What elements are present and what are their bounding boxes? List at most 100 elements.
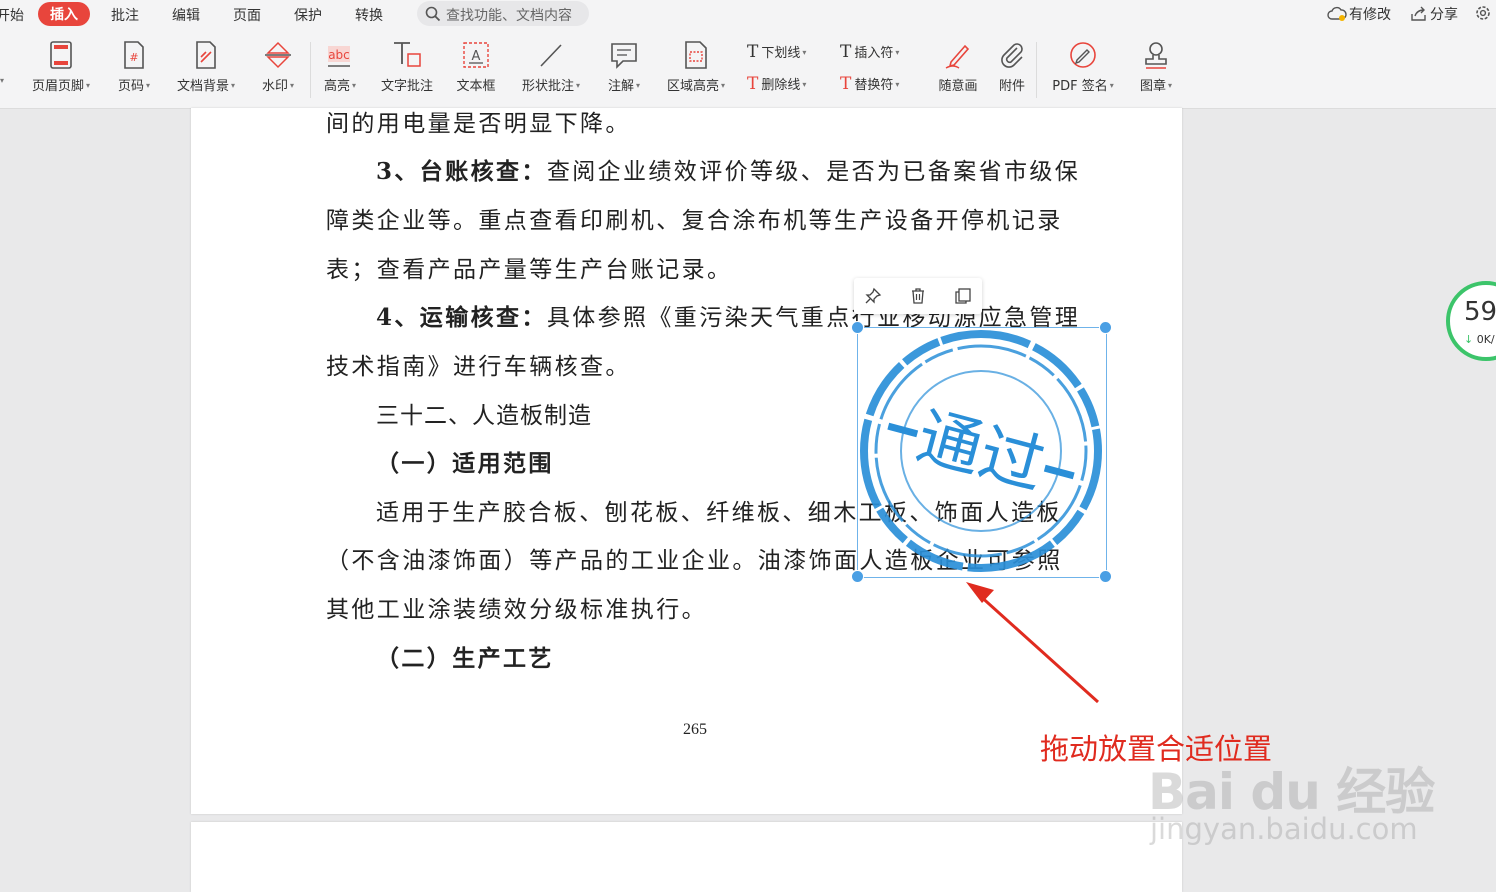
arrow-down-icon: ↓ [1464, 333, 1477, 346]
tool-label: 删除线 [761, 78, 801, 93]
annotation-icon [611, 43, 637, 69]
settings-button[interactable] [1474, 4, 1494, 23]
resize-handle-bottom-right[interactable] [1099, 570, 1112, 583]
menu-convert[interactable]: 转换 [355, 5, 383, 25]
subsection-heading: （二）生产工艺 [376, 645, 554, 672]
ribbon-separator [310, 42, 311, 98]
menu-protect[interactable]: 保护 [294, 5, 322, 25]
trash-icon [912, 288, 924, 304]
search-placeholder: 查找功能、文档内容 [446, 8, 572, 24]
tool-label: PDF 签名 [1052, 79, 1108, 94]
menu-page[interactable]: 页面 [233, 5, 261, 25]
text-comment-icon [394, 42, 421, 67]
search-input[interactable]: 查找功能、文档内容 [417, 1, 589, 26]
tool-replace-mark[interactable]: T 替换符 ▾ [840, 74, 899, 94]
speed-widget[interactable]: 59 ↓ 0K/ [1446, 281, 1496, 361]
attachment-icon [1001, 43, 1023, 68]
header-footer-icon [50, 41, 72, 69]
subsection-heading: （一）适用范围 [376, 450, 554, 477]
pin-button[interactable] [860, 284, 886, 308]
doc-line: 技术指南》进行车辆核查。 [326, 354, 631, 380]
tool-page-number[interactable]: # 页码 ▾ [113, 38, 155, 94]
svg-text:A: A [472, 49, 481, 64]
doc-line: 3、台账核查：查阅企业绩效评价等级、是否为已备案省市级保 [376, 152, 1080, 186]
section-heading: 三十二、人造板制造 [376, 403, 592, 429]
tool-area-highlight[interactable]: 区域高亮 ▾ [661, 38, 731, 94]
ribbon-separator [1036, 42, 1037, 98]
tool-textbox[interactable]: A 文本框 [453, 38, 499, 94]
doc-line-rest: 查阅企业绩效评价等级、是否为已备案省市级保 [546, 159, 1081, 185]
speed-sub-text: 0K/ [1476, 333, 1495, 346]
textbox-icon: A [463, 42, 489, 68]
tool-label: 形状批注 [521, 79, 574, 94]
share-label: 分享 [1430, 7, 1458, 23]
menu-insert[interactable]: 插入 [38, 2, 90, 26]
gear-icon [1476, 6, 1490, 20]
tool-strikethrough[interactable]: T 删除线 ▾ [747, 74, 806, 94]
freehand-icon [945, 44, 970, 69]
tool-label: 区域高亮 [666, 79, 719, 94]
tool-header-footer[interactable]: 页眉页脚 ▾ [26, 38, 96, 94]
next-page [191, 822, 1182, 892]
tool-freehand[interactable]: 随意画 [935, 38, 981, 94]
resize-handle-bottom-left[interactable] [851, 570, 864, 583]
stamp-icon [1145, 42, 1167, 69]
tool-label: 文字批注 [380, 79, 433, 94]
tool-label: 高亮 [323, 79, 350, 94]
tool-annotation[interactable]: 注解 ▾ [603, 38, 645, 94]
doc-line-bold: 3、台账核查： [376, 158, 547, 185]
tool-stamp[interactable]: 图章 ▾ [1135, 38, 1177, 94]
tool-text-comment[interactable]: 文字批注 [377, 38, 437, 94]
highlight-icon: abc [328, 46, 350, 67]
search-icon [425, 6, 441, 22]
ribbon-toolbar: ▾ 页眉页脚 ▾ # 页码 ▾ 文档背景 ▾ 水印 ▾ abc 高亮 ▾ 文字批… [0, 28, 1496, 109]
tool-pdf-sign[interactable]: PDF 签名 ▾ [1046, 38, 1120, 94]
replace-mark-icon: T [840, 74, 852, 94]
underline-icon: T [747, 42, 759, 62]
menu-bar: 开始 插入 批注 编辑 页面 保护 转换 查找功能、文档内容 有修改 分享 [0, 0, 1496, 28]
stamp-selection-box[interactable] [857, 327, 1107, 578]
baidu-watermark-url: jingyan.baidu.com [1150, 812, 1418, 846]
tool-shape-comment[interactable]: 形状批注 ▾ [516, 38, 586, 94]
tool-label: 页码 [117, 79, 144, 94]
ribbon-left-caret: ▾ [0, 76, 5, 85]
resize-handle-top-right[interactable] [1099, 321, 1112, 334]
doc-line: 障类企业等。重点查看印刷机、复合涂布机等生产设备开停机记录 [326, 208, 1063, 234]
page-number: 265 [683, 721, 707, 738]
doc-background-icon [196, 41, 216, 69]
tool-attachment[interactable]: 附件 [996, 38, 1028, 94]
tool-insert-mark[interactable]: T 插入符 ▾ [840, 42, 899, 62]
modified-button[interactable]: 有修改 [1327, 4, 1391, 24]
tool-label: 文本框 [456, 79, 496, 94]
svg-text:#: # [129, 51, 138, 64]
tool-label: 下划线 [761, 46, 801, 61]
shape-comment-icon [540, 44, 562, 67]
insert-mark-icon: T [840, 42, 852, 62]
tool-label: 插入符 [854, 46, 894, 61]
tool-label: 文档背景 [176, 79, 229, 94]
tool-underline[interactable]: T 下划线 ▾ [747, 42, 806, 62]
copy-button[interactable] [950, 284, 976, 308]
menu-start[interactable]: 开始 [0, 5, 24, 25]
speed-sub: ↓ 0K/ [1464, 333, 1495, 346]
tool-label: 附件 [998, 79, 1025, 94]
speed-value: 59 [1464, 297, 1496, 327]
menu-comment[interactable]: 批注 [111, 5, 139, 25]
tool-highlight[interactable]: abc 高亮 ▾ [319, 38, 361, 94]
tool-watermark[interactable]: 水印 ▾ [257, 38, 299, 94]
pin-icon [865, 287, 882, 304]
strikethrough-icon: T [747, 74, 759, 94]
area-highlight-icon [685, 41, 707, 69]
tool-label: 图章 [1139, 79, 1166, 94]
watermark-icon [265, 41, 291, 69]
annotation-text: 拖动放置合适位置 [1040, 732, 1273, 766]
doc-line-bold: 4、运输核查： [376, 304, 547, 331]
menu-edit[interactable]: 编辑 [172, 5, 200, 25]
tool-doc-background[interactable]: 文档背景 ▾ [171, 38, 241, 94]
resize-handle-top-left[interactable] [851, 321, 864, 334]
tool-label: 水印 [261, 79, 288, 94]
modified-label: 有修改 [1349, 7, 1391, 23]
share-button[interactable]: 分享 [1410, 4, 1458, 24]
delete-button[interactable] [905, 284, 931, 308]
tool-label: 替换符 [854, 78, 894, 93]
